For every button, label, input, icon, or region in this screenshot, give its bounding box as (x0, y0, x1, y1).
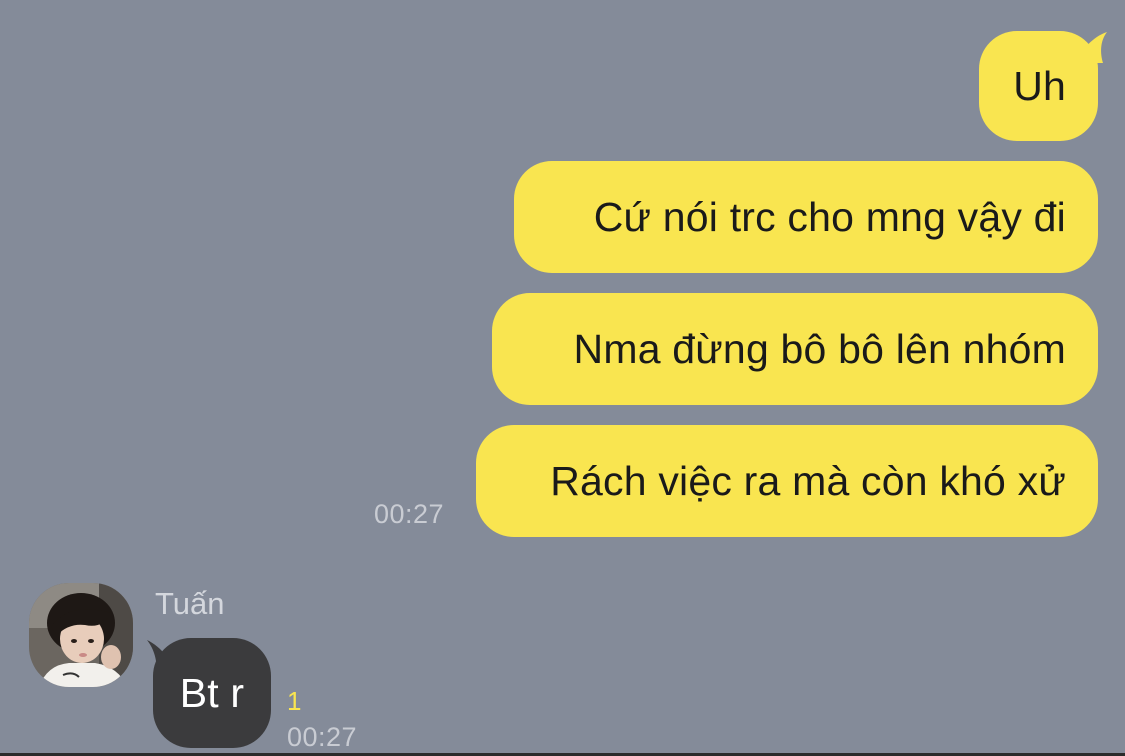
chat-area[interactable]: Uh Cứ nói trc cho mng vậy đi Nma đừng bô… (0, 0, 1125, 756)
message-text: Cứ nói trc cho mng vậy đi (593, 193, 1066, 240)
message-timestamp: 00:27 (374, 499, 445, 529)
message-text: Rách việc ra mà còn khó xử (550, 457, 1066, 504)
message-text: Bt r (179, 669, 245, 716)
message-timestamp: 00:27 (287, 722, 358, 752)
unread-count-badge: 1 (287, 686, 302, 716)
outgoing-message[interactable]: Cứ nói trc cho mng vậy đi (514, 161, 1098, 273)
outgoing-message[interactable]: Uh (979, 31, 1098, 141)
incoming-message[interactable]: Bt r (153, 638, 271, 748)
message-text: Nma đừng bô bô lên nhóm (573, 325, 1066, 372)
outgoing-message[interactable]: Rách việc ra mà còn khó xử (476, 425, 1098, 537)
message-text: Uh (1013, 62, 1066, 109)
outgoing-message[interactable]: Nma đừng bô bô lên nhóm (492, 293, 1098, 405)
sender-name: Tuấn (155, 586, 225, 621)
avatar-icon[interactable] (29, 583, 133, 687)
